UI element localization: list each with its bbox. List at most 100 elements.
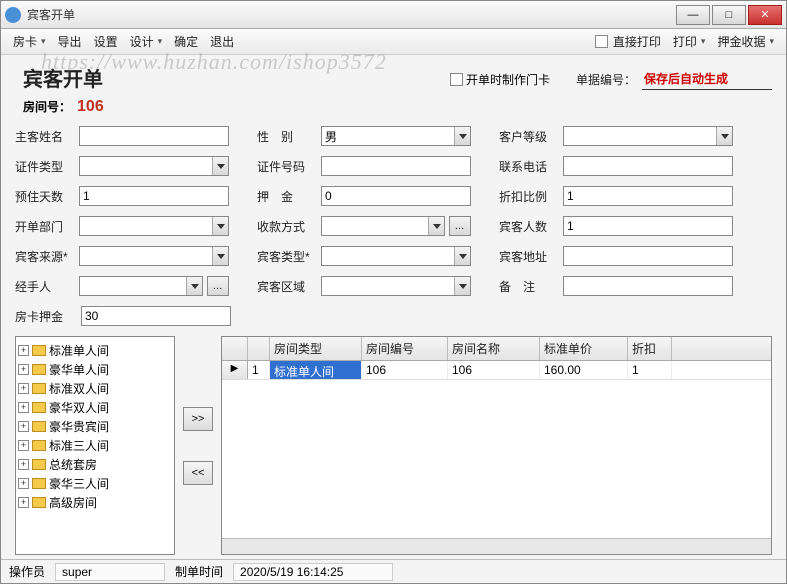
chevron-down-icon[interactable] <box>454 127 470 145</box>
guest-type-select[interactable] <box>321 246 471 266</box>
guest-area-select[interactable] <box>321 276 471 296</box>
menu-confirm[interactable]: 确定 <box>168 31 204 52</box>
label-gender: 性 别 <box>257 128 317 145</box>
tree-node-label: 高级房间 <box>49 494 97 511</box>
menu-deposit-receipt[interactable]: 押金收据 <box>711 31 780 52</box>
expand-icon[interactable]: + <box>18 383 29 394</box>
folder-icon <box>32 478 46 489</box>
selected-rooms-table: 房间类型 房间编号 房间名称 标准单价 折扣 ▶ 1 标准单人间 106 106… <box>221 336 772 555</box>
tree-node[interactable]: + 标准单人间 <box>18 341 172 360</box>
guest-source-select[interactable] <box>79 246 229 266</box>
chevron-down-icon[interactable] <box>454 247 470 265</box>
expand-icon[interactable]: + <box>18 478 29 489</box>
phone-input[interactable] <box>563 156 733 176</box>
cell-room-no[interactable]: 106 <box>362 361 448 379</box>
label-card-deposit: 房卡押金 <box>15 308 75 325</box>
folder-icon <box>32 440 46 451</box>
table-row[interactable]: ▶ 1 标准单人间 106 106 160.00 1 <box>222 361 771 380</box>
operator-browse-button[interactable]: … <box>207 276 229 296</box>
menu-export[interactable]: 导出 <box>52 31 88 52</box>
chevron-down-icon[interactable] <box>454 277 470 295</box>
tree-node-label: 总统套房 <box>49 456 97 473</box>
table-header-price[interactable]: 标准单价 <box>540 337 628 360</box>
table-header-roomname[interactable]: 房间名称 <box>448 337 540 360</box>
label-phone: 联系电话 <box>499 158 559 175</box>
payment-browse-button[interactable]: … <box>449 216 471 236</box>
cell-room-name[interactable]: 106 <box>448 361 540 379</box>
minimize-button[interactable]: — <box>676 5 710 25</box>
chevron-down-icon[interactable] <box>212 217 228 235</box>
menu-room-card[interactable]: 房卡 <box>7 31 52 52</box>
tree-node[interactable]: + 高级房间 <box>18 493 172 512</box>
label-guest-source: 宾客来源* <box>15 248 75 265</box>
expand-icon[interactable]: + <box>18 364 29 375</box>
print-direct-checkbox[interactable]: 直接打印 <box>589 31 667 52</box>
status-bar: 操作员 super 制单时间 2020/5/19 16:14:25 <box>1 559 786 583</box>
table-header-type[interactable]: 房间类型 <box>270 337 362 360</box>
deposit-input[interactable] <box>321 186 471 206</box>
guest-count-input[interactable] <box>563 216 733 236</box>
order-no-value: 保存后自动生成 <box>642 70 772 90</box>
table-header-discount[interactable]: 折扣 <box>628 337 672 360</box>
tree-node[interactable]: + 豪华贵宾间 <box>18 417 172 436</box>
label-id-type: 证件类型 <box>15 158 75 175</box>
cell-price[interactable]: 160.00 <box>540 361 628 379</box>
folder-icon <box>32 421 46 432</box>
label-remark: 备 注 <box>499 278 559 295</box>
menu-bar: 房卡 导出 设置 设计 确定 退出 直接打印 打印 押金收据 <box>1 29 786 55</box>
remove-button[interactable]: << <box>183 461 213 485</box>
customer-level-select[interactable] <box>563 126 733 146</box>
folder-icon <box>32 345 46 356</box>
menu-design[interactable]: 设计 <box>124 31 169 52</box>
cell-discount[interactable]: 1 <box>628 361 672 379</box>
stay-days-input[interactable] <box>79 186 229 206</box>
menu-exit[interactable]: 退出 <box>204 31 240 52</box>
maximize-button[interactable]: □ <box>712 5 746 25</box>
chevron-down-icon[interactable] <box>186 277 202 295</box>
id-type-select[interactable] <box>79 156 229 176</box>
menu-print[interactable]: 打印 <box>667 31 712 52</box>
id-number-input[interactable] <box>321 156 471 176</box>
app-icon <box>5 7 21 23</box>
chevron-down-icon[interactable] <box>428 217 444 235</box>
folder-icon <box>32 497 46 508</box>
tree-node[interactable]: +豪华双人间 <box>18 398 172 417</box>
department-select[interactable] <box>79 216 229 236</box>
table-header-rowsel <box>222 337 248 360</box>
table-header-roomno[interactable]: 房间编号 <box>362 337 448 360</box>
cell-room-type[interactable]: 标准单人间 <box>270 361 362 379</box>
guest-address-input[interactable] <box>563 246 733 266</box>
payment-select[interactable] <box>321 216 445 236</box>
make-door-card-checkbox[interactable]: 开单时制作门卡 <box>450 71 550 88</box>
gender-select[interactable] <box>321 126 471 146</box>
status-time-value: 2020/5/19 16:14:25 <box>233 563 393 581</box>
chevron-down-icon[interactable] <box>212 157 228 175</box>
expand-icon[interactable]: + <box>18 345 29 356</box>
add-button[interactable]: >> <box>183 407 213 431</box>
card-deposit-input[interactable] <box>81 306 231 326</box>
expand-icon[interactable]: + <box>18 402 29 413</box>
expand-icon[interactable]: + <box>18 421 29 432</box>
tree-node-label: 豪华贵宾间 <box>49 418 109 435</box>
chevron-down-icon[interactable] <box>212 247 228 265</box>
guest-name-input[interactable] <box>79 126 229 146</box>
expand-icon[interactable]: + <box>18 497 29 508</box>
room-type-tree[interactable]: +标准单人间+豪华单人间+标准双人间+豪华双人间+豪华贵宾间+标准三人间+总统套… <box>15 336 175 555</box>
discount-input[interactable] <box>563 186 733 206</box>
horizontal-scrollbar[interactable] <box>222 538 771 554</box>
tree-node[interactable]: +标准三人间 <box>18 436 172 455</box>
chevron-down-icon[interactable] <box>716 127 732 145</box>
tree-node-label: 标准单人间 <box>49 342 109 359</box>
status-operator-value: super <box>55 563 165 581</box>
tree-node[interactable]: +豪华三人间 <box>18 474 172 493</box>
room-number: 房间号：106 <box>15 98 772 126</box>
operator-select[interactable] <box>79 276 203 296</box>
tree-node[interactable]: +豪华单人间 <box>18 360 172 379</box>
menu-settings[interactable]: 设置 <box>88 31 124 52</box>
remark-input[interactable] <box>563 276 733 296</box>
tree-node[interactable]: +标准双人间 <box>18 379 172 398</box>
expand-icon[interactable]: + <box>18 459 29 470</box>
close-button[interactable]: ✕ <box>748 5 782 25</box>
tree-node[interactable]: + 总统套房 <box>18 455 172 474</box>
expand-icon[interactable]: + <box>18 440 29 451</box>
